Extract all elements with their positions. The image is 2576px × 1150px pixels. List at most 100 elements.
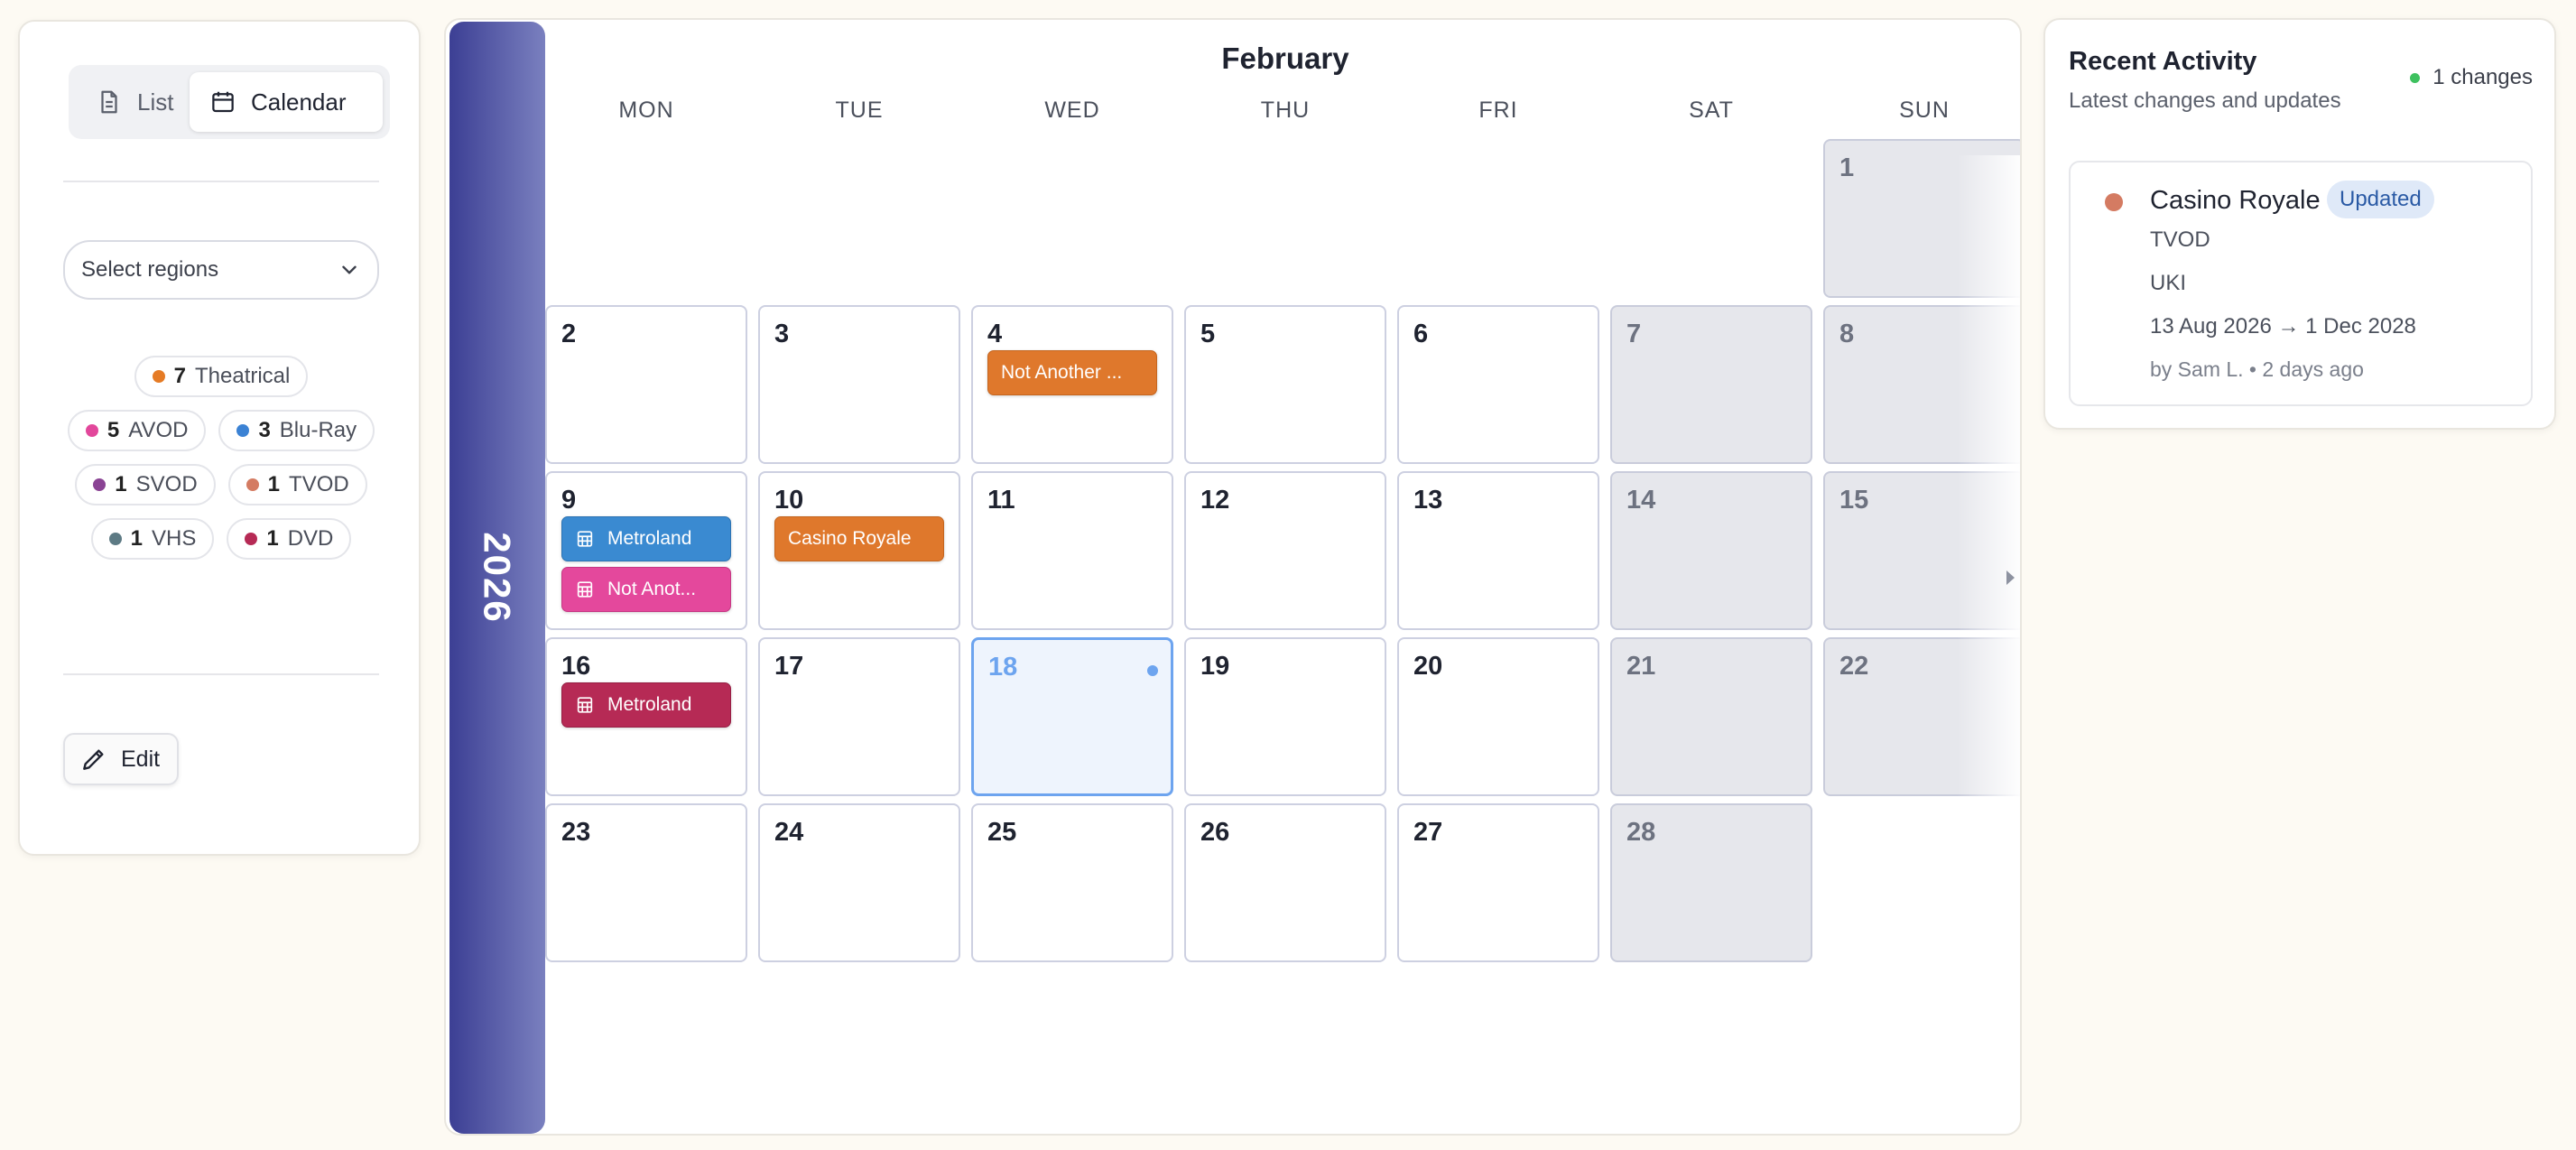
calendar-day[interactable]: 2 bbox=[545, 305, 747, 464]
calendar-day[interactable]: 8 bbox=[1823, 305, 2020, 464]
day-number: 12 bbox=[1200, 486, 1230, 515]
scroll-right-icon[interactable] bbox=[2006, 570, 2015, 585]
day-number: 24 bbox=[774, 818, 804, 847]
weekday-header: MON bbox=[618, 97, 674, 123]
calendar-event[interactable]: Not Another ... bbox=[987, 350, 1157, 395]
calendar-day[interactable]: 7 bbox=[1610, 305, 1812, 464]
calendar-day[interactable]: 22 bbox=[1823, 637, 2020, 796]
activity-item-meta: by Sam L. • 2 days ago bbox=[2150, 357, 2364, 381]
legend-pill[interactable]: 7 Theatrical bbox=[134, 356, 309, 397]
status-badge: Updated bbox=[2327, 181, 2434, 218]
region-select[interactable]: Select regions bbox=[63, 240, 379, 300]
calendar-day[interactable]: 27 bbox=[1397, 803, 1599, 962]
legend-pill[interactable]: 1 DVD bbox=[227, 518, 352, 560]
calendar-day[interactable]: 5 bbox=[1184, 305, 1386, 464]
legend-count: 1 bbox=[130, 526, 143, 551]
calendar-event[interactable]: Casino Royale bbox=[774, 516, 944, 561]
calendar-view-button[interactable]: Calendar bbox=[190, 72, 383, 132]
day-number: 3 bbox=[774, 320, 790, 348]
calendar-day[interactable]: 6 bbox=[1397, 305, 1599, 464]
day-number: 18 bbox=[988, 653, 1018, 682]
view-toggle: List Calendar bbox=[69, 65, 390, 139]
calendar-event[interactable]: Metroland bbox=[561, 516, 731, 561]
day-number: 2 bbox=[561, 320, 577, 348]
day-number: 21 bbox=[1626, 652, 1656, 681]
legend-pill[interactable]: 1 SVOD bbox=[75, 464, 216, 505]
edit-button[interactable]: Edit bbox=[63, 733, 179, 785]
calendar-day[interactable]: 13 bbox=[1397, 471, 1599, 630]
calendar-day[interactable]: 10 Casino Royale bbox=[758, 471, 960, 630]
format-dot-icon bbox=[2105, 193, 2123, 211]
calendar-day[interactable]: 26 bbox=[1184, 803, 1386, 962]
day-number: 7 bbox=[1626, 320, 1642, 348]
day-number: 16 bbox=[561, 652, 591, 681]
calendar-day[interactable]: 19 bbox=[1184, 637, 1386, 796]
day-number: 27 bbox=[1413, 818, 1443, 847]
legend-pill[interactable]: 1 TVOD bbox=[227, 464, 367, 505]
calendar-day[interactable]: 23 bbox=[545, 803, 747, 962]
chevron-down-icon bbox=[342, 265, 357, 274]
calendar-day[interactable]: 4 Not Another ... bbox=[971, 305, 1173, 464]
month-title: February bbox=[1221, 42, 1349, 75]
calendar-grid-icon bbox=[577, 531, 593, 547]
legend-label: AVOD bbox=[128, 418, 189, 442]
calendar-day[interactable]: 3 bbox=[758, 305, 960, 464]
legend-dot-icon bbox=[245, 533, 258, 545]
calendar-day[interactable]: 9 Metroland Not Anot... bbox=[545, 471, 747, 630]
calendar-event[interactable]: Metroland bbox=[561, 682, 731, 728]
pencil-icon bbox=[83, 749, 104, 770]
region-select-placeholder: Select regions bbox=[81, 257, 219, 282]
calendar-day[interactable]: 16 Metroland bbox=[545, 637, 747, 796]
day-number: 10 bbox=[774, 486, 804, 515]
weekday-header: TUE bbox=[835, 97, 884, 123]
edit-label: Edit bbox=[121, 746, 161, 772]
calendar-day-today[interactable]: 18 bbox=[971, 637, 1173, 796]
activity-item-dates: 13 Aug 2026 → 1 Dec 2028 bbox=[2150, 314, 2416, 339]
legend-dot-icon bbox=[246, 478, 259, 491]
legend-pill[interactable]: 3 Blu-Ray bbox=[218, 410, 375, 451]
day-number: 25 bbox=[987, 818, 1017, 847]
event-title: Not Anot... bbox=[607, 579, 697, 599]
list-view-button[interactable]: List bbox=[76, 72, 190, 132]
legend-count: 1 bbox=[267, 472, 281, 496]
calendar-day[interactable]: 14 bbox=[1610, 471, 1812, 630]
weekday-header: SUN bbox=[1899, 97, 1950, 123]
calendar-day[interactable]: 1 bbox=[1823, 139, 2020, 298]
day-number: 14 bbox=[1626, 486, 1656, 515]
day-number: 1 bbox=[1839, 153, 1855, 182]
calendar-day[interactable]: 28 bbox=[1610, 803, 1812, 962]
calendar-day[interactable]: 20 bbox=[1397, 637, 1599, 796]
year-strip: 2026 bbox=[449, 22, 545, 1134]
day-number: 17 bbox=[774, 652, 804, 681]
calendar-day[interactable]: 11 bbox=[971, 471, 1173, 630]
calendar-day[interactable]: 21 bbox=[1610, 637, 1812, 796]
legend-dot-icon bbox=[93, 478, 107, 491]
day-number: 28 bbox=[1626, 818, 1656, 847]
format-legend: 7 Theatrical 5 AVOD 3 Blu-Ray 1 SVOD 1 TVOD 1 VHS 1 D… bbox=[63, 356, 379, 560]
weekday-header: WED bbox=[1044, 97, 1100, 123]
legend-pill[interactable]: 1 VHS bbox=[90, 518, 215, 560]
legend-count: 1 bbox=[115, 472, 127, 496]
weekday-header: THU bbox=[1260, 97, 1311, 123]
activity-item-title: Casino Royale bbox=[2150, 186, 2321, 215]
day-number: 26 bbox=[1200, 818, 1230, 847]
legend-count: 7 bbox=[173, 364, 186, 388]
legend-dot-icon bbox=[236, 424, 250, 437]
legend-dot-icon bbox=[85, 424, 98, 437]
event-title: Metroland bbox=[607, 528, 692, 549]
activity-item[interactable]: Casino Royale Updated TVOD UKI 13 Aug 20… bbox=[2069, 161, 2533, 406]
status-dot-icon bbox=[2410, 72, 2421, 83]
change-count-label: 1 changes bbox=[2432, 65, 2533, 89]
document-icon bbox=[101, 90, 117, 114]
legend-dot-icon bbox=[152, 370, 165, 383]
legend-pill[interactable]: 5 AVOD bbox=[67, 410, 207, 451]
calendar-day[interactable]: 17 bbox=[758, 637, 960, 796]
calendar-day[interactable]: 12 bbox=[1184, 471, 1386, 630]
legend-count: 1 bbox=[266, 526, 279, 551]
divider bbox=[63, 673, 379, 675]
legend-label: VHS bbox=[151, 526, 197, 551]
calendar-event[interactable]: Not Anot... bbox=[561, 567, 731, 612]
calendar-day[interactable]: 15 bbox=[1823, 471, 2020, 630]
calendar-day[interactable]: 25 bbox=[971, 803, 1173, 962]
calendar-day[interactable]: 24 bbox=[758, 803, 960, 962]
